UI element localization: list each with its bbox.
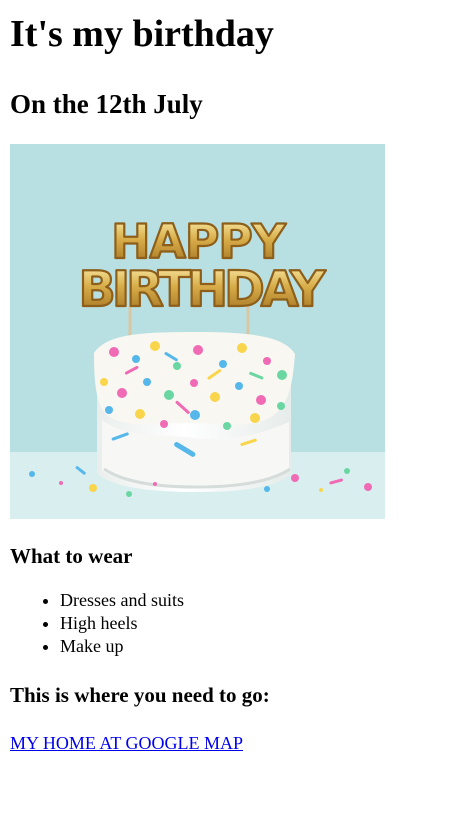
birthday-invitation-page: It's my birthday On the 12th July HAPPY … xyxy=(0,0,449,837)
list-item: Dresses and suits xyxy=(60,589,449,612)
birthday-cake-image: HAPPY BIRTHDAY xyxy=(10,144,385,519)
list-item: High heels xyxy=(60,612,449,635)
birthday-cake-illustration: HAPPY BIRTHDAY xyxy=(10,144,385,519)
google-map-link[interactable]: MY HOME AT GOOGLE MAP xyxy=(10,732,243,754)
what-to-wear-list: Dresses and suits High heels Make up xyxy=(10,589,449,658)
list-item: Make up xyxy=(60,635,449,658)
page-title: It's my birthday xyxy=(10,13,274,55)
what-to-wear-heading: What to wear xyxy=(10,544,133,568)
birthday-date: On the 12th July xyxy=(10,89,203,119)
directions-heading: This is where you need to go: xyxy=(10,683,270,707)
birthday-topper-word: BIRTHDAY xyxy=(79,261,326,318)
